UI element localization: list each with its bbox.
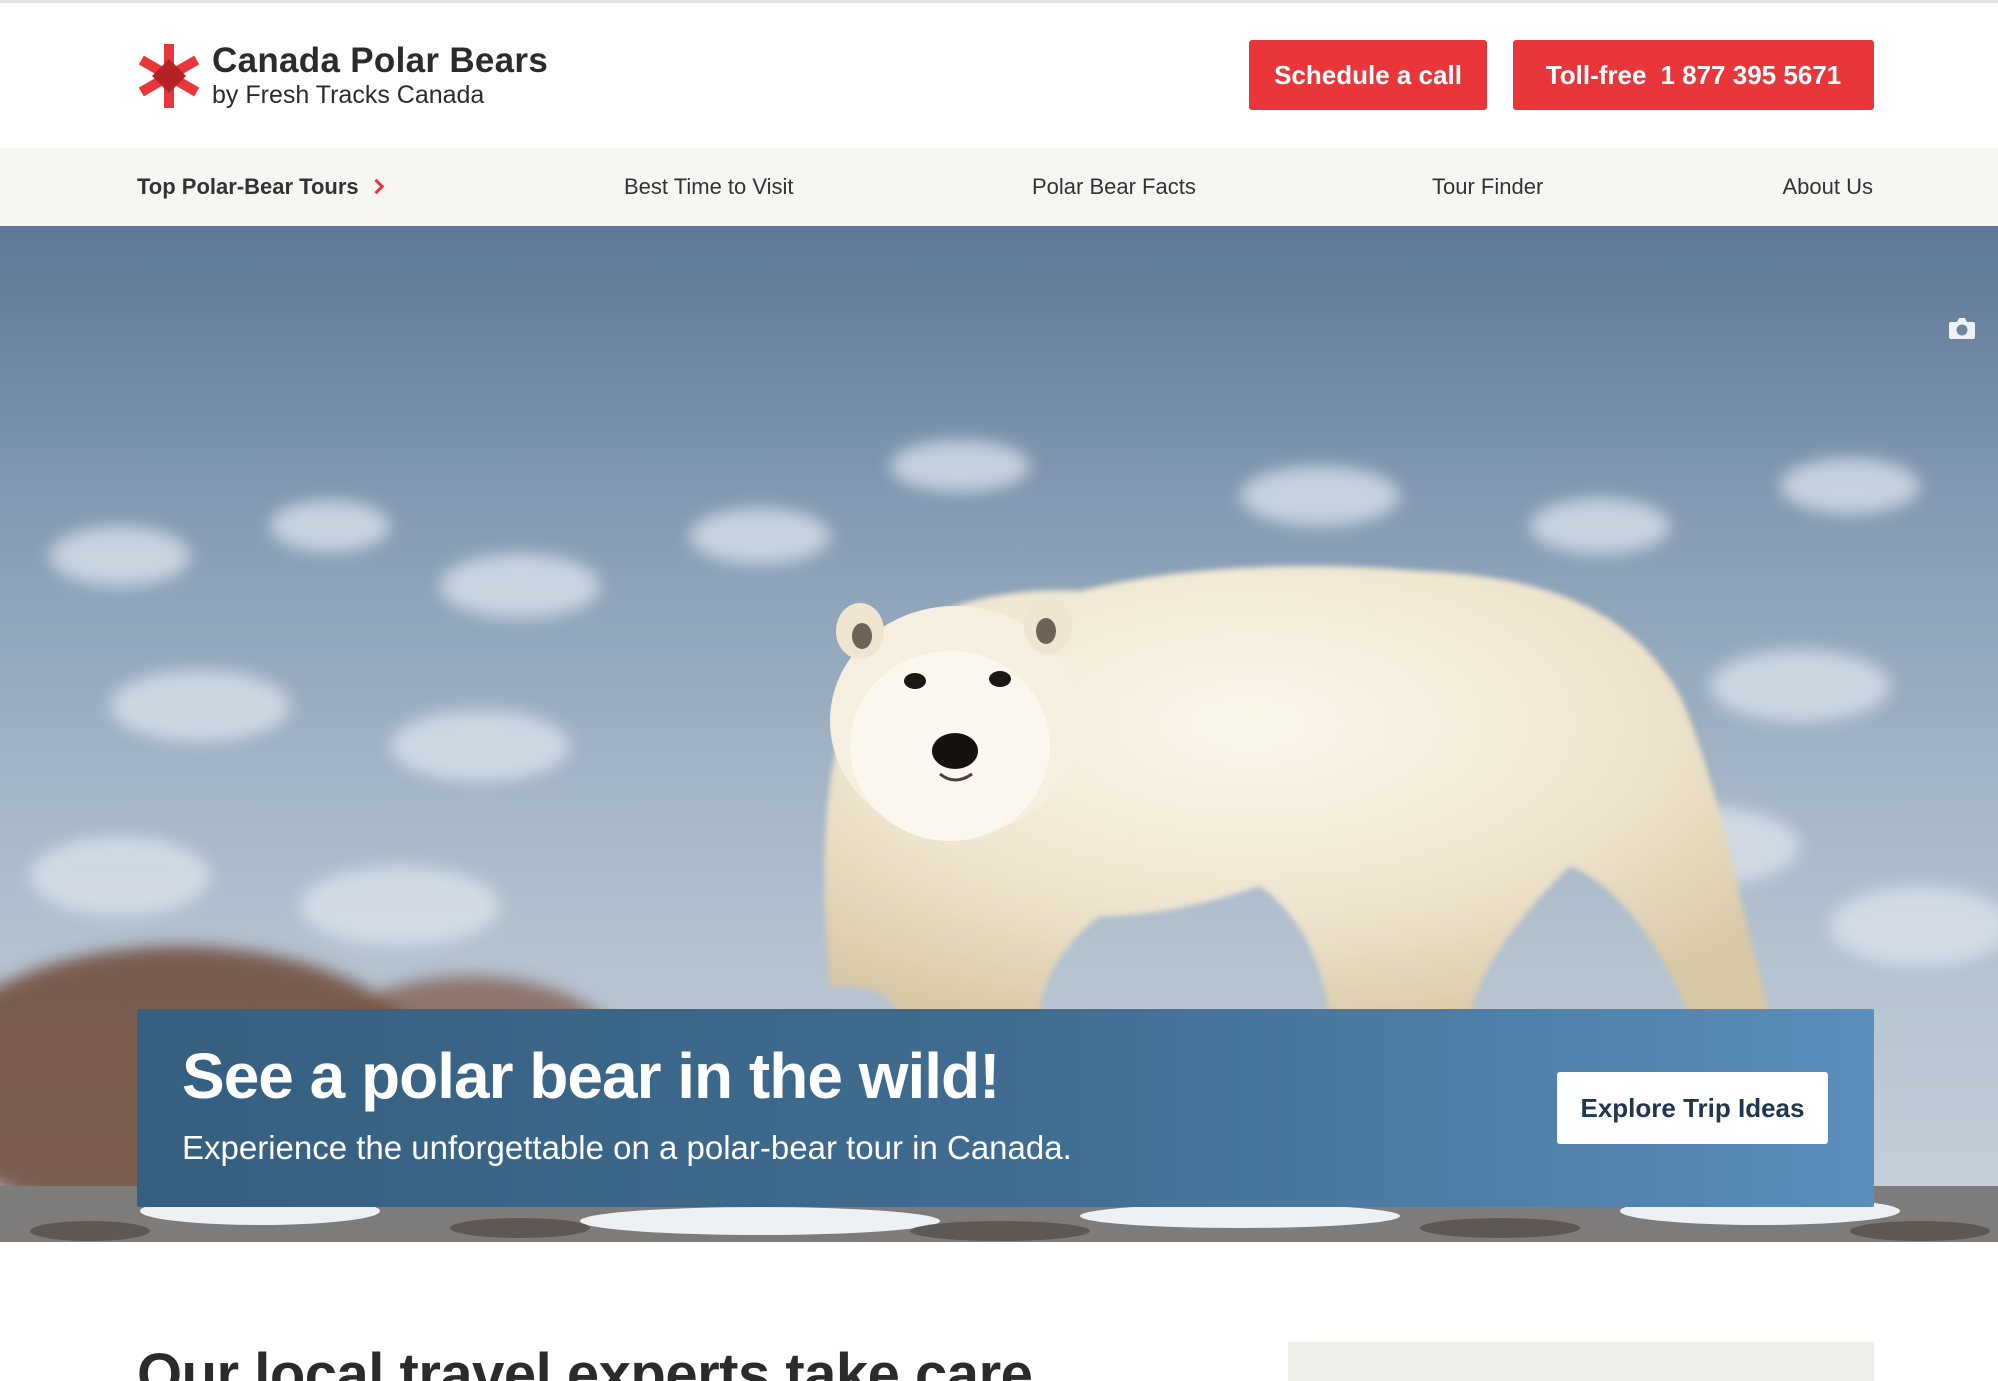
nav-item-best-time[interactable]: Best Time to Visit — [624, 172, 794, 202]
nav-item-label: About Us — [1782, 174, 1874, 199]
section-heading: Our local travel experts take care — [137, 1342, 1033, 1381]
chevron-right-icon — [368, 178, 384, 195]
brand-title: Canada Polar Bears — [212, 41, 549, 80]
nav-item-label: Best Time to Visit — [624, 174, 794, 199]
tollfree-number: 1 877 395 5671 — [1660, 59, 1842, 90]
brand-subtitle: by Fresh Tracks Canada — [212, 81, 485, 109]
explore-trip-ideas-button[interactable]: Explore Trip Ideas — [1557, 1072, 1828, 1144]
sidebar-card — [1288, 1342, 1874, 1381]
camera-icon[interactable] — [1948, 316, 1976, 340]
nav-item-tour-finder[interactable]: Tour Finder — [1432, 172, 1543, 202]
tollfree-label: Toll-free — [1545, 59, 1647, 90]
nav-item-about-us[interactable]: About Us — [1783, 172, 1874, 202]
nav-item-label: Polar Bear Facts — [1032, 174, 1196, 199]
nav-item-top-tours[interactable]: Top Polar-Bear Tours — [137, 172, 384, 202]
hero-subtitle: Experience the unforgettable on a polar-… — [182, 1129, 1072, 1166]
hero-banner: See a polar bear in the wild! Experience… — [0, 226, 1998, 1242]
tollfree-button[interactable]: Toll-free 1 877 395 5671 — [1513, 40, 1874, 110]
brand-logo[interactable]: Canada Polar Bears by Fresh Tracks Canad… — [136, 41, 548, 111]
maple-star-icon — [138, 44, 200, 108]
hero-title: See a polar bear in the wild! — [182, 1040, 1000, 1112]
hero-panel: See a polar bear in the wild! Experience… — [137, 1009, 1874, 1207]
main-nav: Top Polar-Bear Tours Best Time to Visit … — [0, 148, 1998, 226]
nav-item-polar-bear-facts[interactable]: Polar Bear Facts — [1032, 172, 1196, 202]
explore-trip-ideas-label: Explore Trip Ideas — [1580, 1092, 1805, 1123]
site-header: Canada Polar Bears by Fresh Tracks Canad… — [0, 3, 1998, 148]
nav-item-label: Tour Finder — [1432, 174, 1544, 199]
schedule-call-button[interactable]: Schedule a call — [1249, 40, 1487, 110]
nav-item-label: Top Polar-Bear Tours — [137, 174, 359, 199]
schedule-call-label: Schedule a call — [1274, 59, 1462, 90]
